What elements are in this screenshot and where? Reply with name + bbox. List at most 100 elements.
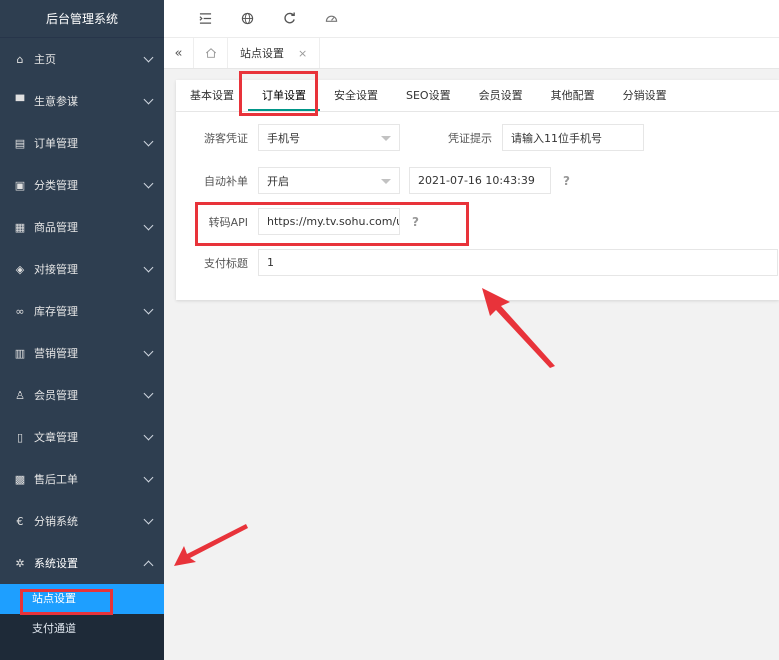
settings-tab-6[interactable]: 分销设置	[609, 80, 681, 111]
settings-tab-2[interactable]: 安全设置	[320, 80, 392, 111]
auto-refill-time-value: 2021-07-16 10:43:39	[418, 174, 535, 187]
voucher-hint-input[interactable]: 请输入11位手机号	[502, 124, 644, 151]
chevron-down-icon	[143, 514, 154, 525]
help-icon[interactable]: ?	[563, 174, 570, 188]
document-icon: ▯	[16, 430, 24, 444]
pay-title-row: 支付标题 1	[176, 249, 778, 276]
chevron-down-icon	[143, 178, 154, 189]
sidebar-item-label: 系统设置	[34, 557, 78, 570]
tab-site-settings[interactable]: 站点设置 ×	[228, 38, 321, 68]
chevron-down-icon	[143, 472, 154, 483]
auto-refill-label: 自动补单	[204, 174, 248, 188]
close-icon[interactable]: ×	[298, 47, 307, 60]
sidebar-subitem-site-settings[interactable]: 站点设置	[0, 584, 164, 614]
guest-voucher-row: 游客凭证 手机号	[176, 124, 400, 151]
settings-tab-5[interactable]: 其他配置	[537, 80, 609, 111]
pay-title-input[interactable]: 1	[258, 249, 778, 276]
sidebar-item-3[interactable]: ▣ 分类管理	[0, 164, 164, 206]
dashboard-icon[interactable]	[310, 0, 352, 38]
gear-icon: ✲	[15, 556, 25, 570]
sidebar-item-10[interactable]: ▩ 售后工单	[0, 458, 164, 500]
sidebar-item-label: 库存管理	[34, 305, 78, 318]
chevron-down-icon	[143, 304, 154, 315]
chevron-down-icon	[143, 220, 154, 231]
sidebar-item-label: 生意参谋	[34, 95, 78, 108]
home-tab-icon[interactable]	[194, 38, 228, 68]
sidebar-item-label: 分销系统	[34, 515, 78, 528]
sidebar-item-label: 商品管理	[34, 221, 78, 234]
chevron-down-icon	[143, 430, 154, 441]
help-icon[interactable]: ?	[412, 215, 419, 229]
category-icon: ▣	[14, 178, 26, 192]
gift-icon: ▥	[14, 346, 26, 360]
top-header	[164, 0, 779, 38]
refresh-icon[interactable]	[268, 0, 310, 38]
voucher-hint-row: 凭证提示 请输入11位手机号	[430, 124, 644, 151]
sidebar-item-label: 订单管理	[34, 137, 78, 150]
sidebar-item-0[interactable]: ⌂ 主页	[0, 38, 164, 80]
clipboard-icon: ▤	[14, 136, 26, 150]
sidebar-item-1[interactable]: ▀ 生意参谋	[0, 80, 164, 122]
settings-tab-1[interactable]: 订单设置	[248, 80, 320, 111]
sidebar-item-label: 对接管理	[34, 263, 78, 276]
chevron-down-icon	[143, 388, 154, 399]
app-title: 后台管理系统	[0, 0, 164, 38]
voucher-hint-value: 请输入11位手机号	[511, 131, 602, 145]
voucher-hint-label: 凭证提示	[448, 131, 492, 145]
shorturl-api-label: 转码API	[208, 215, 248, 229]
euro-icon: €	[16, 514, 24, 528]
infinity-icon: ∞	[15, 304, 25, 318]
sidebar-item-12[interactable]: ✲ 系统设置	[0, 542, 164, 584]
settings-tabs: 基本设置 订单设置 安全设置 SEO设置 会员设置 其他配置 分销设置	[176, 80, 779, 112]
sidebar-item-5[interactable]: ◈ 对接管理	[0, 248, 164, 290]
sidebar-item-label: 分类管理	[34, 179, 78, 192]
sidebar-item-label: 会员管理	[34, 389, 78, 402]
pay-title-value: 1	[267, 256, 274, 269]
menu-fold-icon[interactable]	[184, 0, 226, 38]
auto-refill-value: 开启	[267, 174, 289, 188]
sidebar-item-7[interactable]: ▥ 营销管理	[0, 332, 164, 374]
goods-icon: ▦	[14, 220, 26, 234]
settings-tab-0[interactable]: 基本设置	[176, 80, 248, 111]
calendar-icon: ▩	[14, 472, 26, 486]
sidebar-item-label: 售后工单	[34, 473, 78, 486]
guest-voucher-value: 手机号	[267, 131, 300, 145]
auto-refill-row: 自动补单 开启 2021-07-16 10:43:39 ?	[176, 167, 570, 194]
guest-voucher-select[interactable]: 手机号	[258, 124, 400, 151]
sidebar-subitem-partial[interactable]	[0, 644, 164, 660]
sidebar-item-label: 主页	[34, 53, 56, 66]
shorturl-api-value: https://my.tv.sohu.com/user/a	[267, 215, 399, 228]
globe-icon[interactable]	[226, 0, 268, 38]
sidebar-item-2[interactable]: ▤ 订单管理	[0, 122, 164, 164]
user-icon: ♙	[15, 388, 25, 402]
page-tabs-bar: « 站点设置 ×	[164, 38, 779, 69]
pay-title-label: 支付标题	[204, 256, 248, 270]
sidebar-submenu: 站点设置 支付通道	[0, 584, 164, 660]
sidebar-item-9[interactable]: ▯ 文章管理	[0, 416, 164, 458]
sidebar-item-6[interactable]: ∞ 库存管理	[0, 290, 164, 332]
sidebar-item-label: 文章管理	[34, 431, 78, 444]
chevron-down-icon	[381, 179, 391, 184]
auto-refill-select[interactable]: 开启	[258, 167, 400, 194]
shorturl-api-input[interactable]: https://my.tv.sohu.com/user/a	[258, 208, 400, 235]
sidebar-item-4[interactable]: ▦ 商品管理	[0, 206, 164, 248]
sidebar: 后台管理系统 ⌂ 主页 ▀ 生意参谋 ▤ 订单管理 ▣ 分类管理 ▦ 商品管理 ◈ 对接管理 ∞ 库存管理…	[0, 0, 164, 660]
monitor-icon: ▀	[15, 94, 25, 108]
tabs-collapse-icon[interactable]: «	[164, 38, 194, 68]
chevron-down-icon	[143, 94, 154, 105]
chevron-down-icon	[143, 262, 154, 273]
shorturl-api-row: 转码API https://my.tv.sohu.com/user/a ?	[176, 208, 419, 235]
sidebar-item-label: 营销管理	[34, 347, 78, 360]
auto-refill-time-input[interactable]: 2021-07-16 10:43:39	[409, 167, 551, 194]
guest-voucher-label: 游客凭证	[204, 131, 248, 145]
sidebar-subitem-payment-channel[interactable]: 支付通道	[0, 614, 164, 644]
settings-tab-4[interactable]: 会员设置	[465, 80, 537, 111]
chevron-down-icon	[381, 136, 391, 141]
home-icon: ⌂	[16, 52, 24, 66]
chevron-up-icon	[143, 560, 154, 571]
sidebar-item-11[interactable]: € 分销系统	[0, 500, 164, 542]
chevron-down-icon	[143, 136, 154, 147]
settings-tab-3[interactable]: SEO设置	[392, 80, 465, 111]
sidebar-item-8[interactable]: ♙ 会员管理	[0, 374, 164, 416]
chevron-down-icon	[143, 346, 154, 357]
